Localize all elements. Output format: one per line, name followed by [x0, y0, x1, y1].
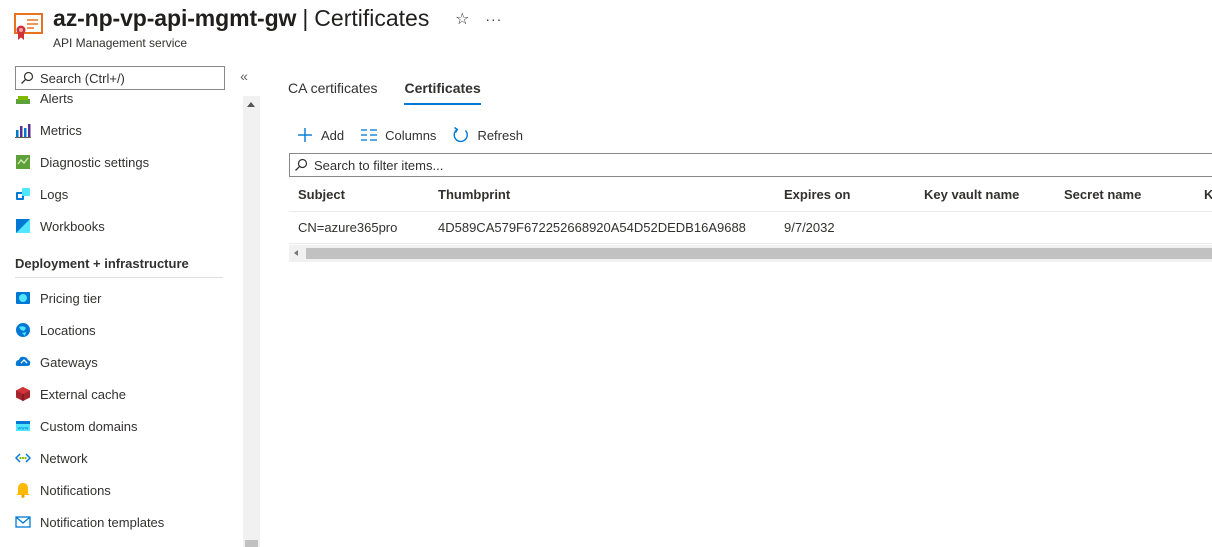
sidebar-item-metrics[interactable]: Metrics — [0, 114, 243, 146]
workbooks-icon — [16, 219, 30, 233]
sidebar-scrollbar[interactable] — [243, 96, 260, 547]
page-title: Certificates — [314, 5, 430, 31]
sidebar-item-alerts[interactable]: Alerts — [0, 94, 243, 114]
notifications-icon — [16, 483, 30, 498]
main-content: CA certificates Certificates Add Columns — [260, 60, 1212, 547]
sidebar-item-label: Workbooks — [40, 218, 105, 234]
sidebar-item-label: Alerts — [40, 94, 74, 106]
sidebar-item-diagnostic-settings[interactable]: Diagnostic settings — [0, 146, 243, 178]
filter-placeholder: Search to filter items... — [314, 157, 444, 173]
sidebar-item-logs[interactable]: Logs — [0, 178, 243, 210]
sidebar-item-label: Gateways — [40, 354, 98, 370]
sidebar: Search (Ctrl+/) « Alerts Metrics Diagnos… — [0, 60, 260, 547]
sidebar-item-network[interactable]: Network — [0, 442, 243, 474]
network-icon — [15, 453, 31, 463]
sidebar-item-label: Notifications — [40, 482, 111, 498]
cell-subject: CN=azure365pro — [298, 220, 398, 235]
sidebar-item-label: Pricing tier — [40, 290, 102, 306]
star-icon[interactable]: ☆ — [453, 9, 471, 29]
more-options-button[interactable]: ··· — [485, 11, 502, 27]
column-header-k[interactable]: K — [1204, 178, 1212, 211]
sidebar-item-label: Notification templates — [40, 514, 165, 530]
search-icon — [295, 158, 308, 171]
scrollbar-thumb[interactable] — [306, 248, 1212, 259]
cell-thumbprint: 4D589CA579F672252668920A54D52DEDB16A9688 — [438, 220, 746, 235]
scrollbar-thumb[interactable] — [245, 540, 258, 547]
scroll-up-arrow-icon[interactable] — [247, 102, 255, 107]
add-button[interactable]: Add — [296, 126, 344, 144]
alerts-icon — [16, 96, 30, 104]
sidebar-item-gateways[interactable]: Gateways — [0, 346, 243, 378]
sidebar-item-label: External cache — [40, 386, 126, 402]
sidebar-search-input[interactable]: Search (Ctrl+/) — [15, 66, 225, 90]
tab-strip: CA certificates Certificates — [288, 80, 508, 105]
scroll-left-arrow-icon[interactable] — [294, 250, 298, 256]
sidebar-item-label: Network — [40, 450, 88, 466]
sidebar-item-notification-templates[interactable]: Notification templates — [0, 506, 243, 538]
sidebar-item-notifications[interactable]: Notifications — [0, 474, 243, 506]
resource-name: az-np-vp-api-mgmt-gw — [53, 5, 297, 31]
command-bar: Add Columns Refresh — [296, 126, 539, 144]
sidebar-item-label: Locations — [40, 322, 96, 338]
sidebar-search-placeholder: Search (Ctrl+/) — [40, 70, 125, 86]
certificates-table: Subject Thumbprint Expires on Key vault … — [289, 178, 1212, 244]
title-separator: | — [302, 5, 309, 31]
sidebar-item-label: Custom domains — [40, 418, 138, 434]
add-button-label: Add — [321, 127, 345, 143]
pricing-tier-icon — [16, 292, 30, 304]
columns-button-label: Columns — [385, 127, 437, 143]
sidebar-item-workbooks[interactable]: Workbooks — [0, 210, 243, 242]
table-horizontal-scrollbar[interactable] — [289, 245, 1212, 262]
certificate-resource-icon — [14, 13, 43, 40]
sidebar-item-custom-domains[interactable]: www Custom domains — [0, 410, 243, 442]
section-deployment-infrastructure: Deployment + infrastructure — [15, 250, 223, 278]
table-header-row: Subject Thumbprint Expires on Key vault … — [289, 178, 1212, 212]
tab-certificates[interactable]: Certificates — [404, 80, 481, 105]
svg-text:www: www — [17, 427, 28, 432]
column-header-expires-on[interactable]: Expires on — [784, 178, 850, 211]
tab-ca-certificates[interactable]: CA certificates — [288, 80, 377, 105]
title-row: az-np-vp-api-mgmt-gw | Certificates ☆ ··… — [53, 5, 502, 32]
locations-icon — [16, 323, 30, 337]
logs-icon — [16, 188, 30, 200]
page-header: az-np-vp-api-mgmt-gw | Certificates ☆ ··… — [0, 0, 1212, 58]
sidebar-item-label: Diagnostic settings — [40, 154, 150, 170]
gateways-icon — [15, 356, 31, 366]
sidebar-item-external-cache[interactable]: External cache — [0, 378, 243, 410]
external-cache-icon — [16, 387, 30, 401]
column-header-secret-name[interactable]: Secret name — [1064, 178, 1141, 211]
refresh-icon — [453, 126, 469, 143]
custom-domains-icon: www — [16, 421, 30, 432]
diagnostic-settings-icon — [16, 155, 30, 169]
search-icon — [21, 71, 34, 84]
column-header-key-vault-name[interactable]: Key vault name — [924, 178, 1019, 211]
sidebar-item-label: Logs — [40, 186, 69, 202]
service-type: API Management service — [53, 36, 188, 50]
sidebar-item-label: Metrics — [40, 122, 82, 138]
refresh-button[interactable]: Refresh — [452, 126, 523, 144]
column-header-subject[interactable]: Subject — [298, 178, 345, 211]
cell-expires-on: 9/7/2032 — [784, 220, 835, 235]
table-row[interactable]: CN=azure365pro 4D589CA579F672252668920A5… — [289, 212, 1212, 244]
sidebar-menu: Alerts Metrics Diagnostic settings Logs … — [0, 94, 243, 547]
column-header-thumbprint[interactable]: Thumbprint — [438, 178, 510, 211]
collapse-sidebar-button[interactable]: « — [236, 68, 252, 84]
sidebar-item-pricing-tier[interactable]: Pricing tier — [0, 282, 243, 314]
metrics-icon — [15, 124, 31, 138]
filter-search-input[interactable]: Search to filter items... — [289, 153, 1212, 177]
notification-templates-icon — [15, 516, 31, 528]
columns-icon — [361, 129, 378, 141]
sidebar-item-locations[interactable]: Locations — [0, 314, 243, 346]
refresh-button-label: Refresh — [477, 127, 523, 143]
columns-button[interactable]: Columns — [360, 126, 436, 144]
plus-icon — [298, 128, 312, 142]
